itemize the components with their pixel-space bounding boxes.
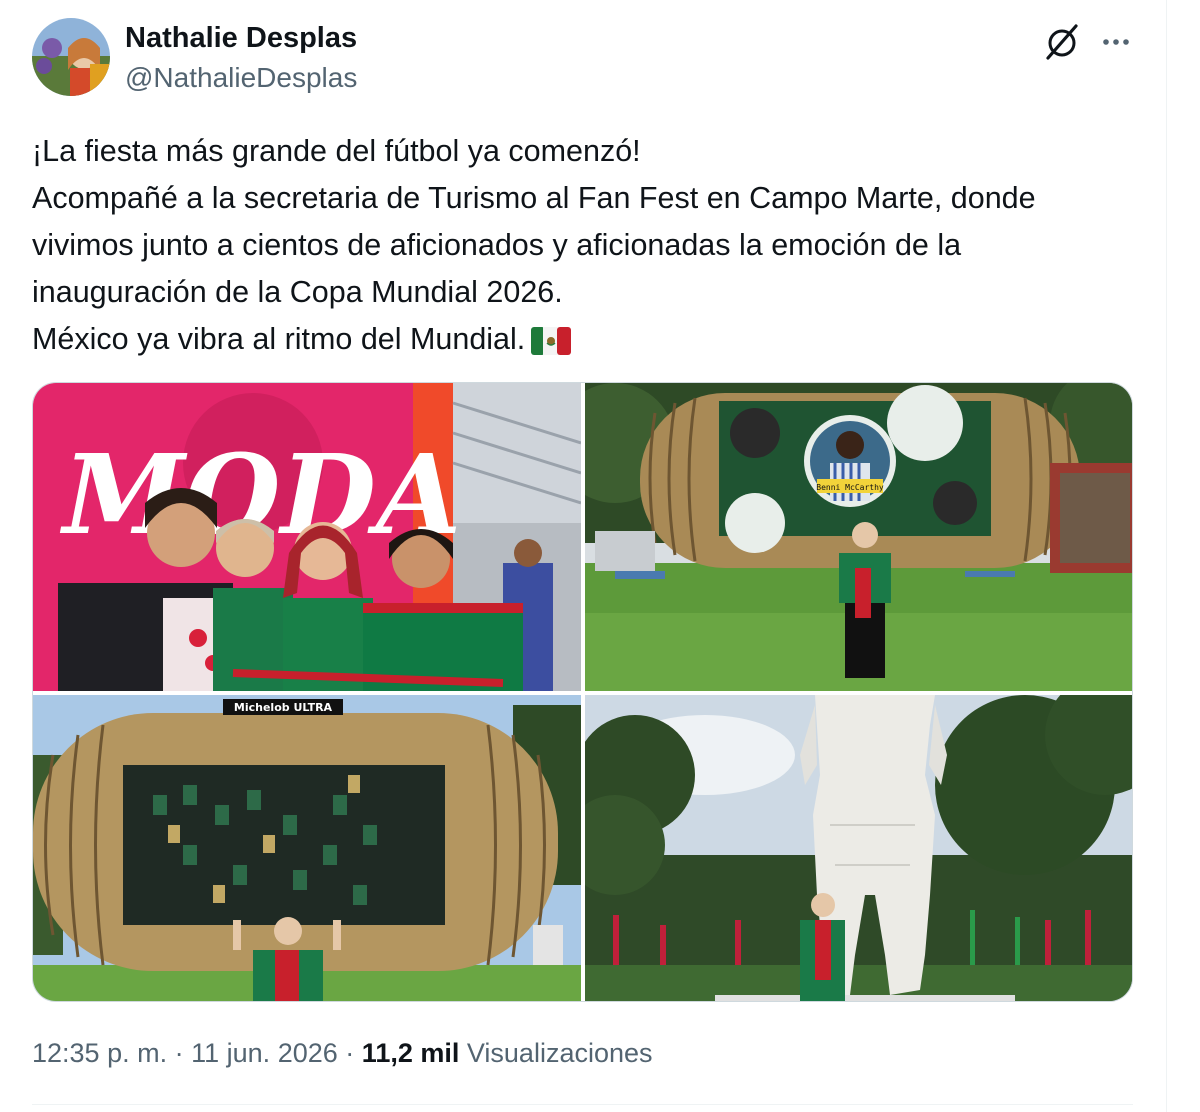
grok-icon[interactable] [1042, 22, 1082, 62]
tweet-line: ¡La fiesta más grande del fútbol ya come… [32, 134, 641, 168]
meta-separator: · [345, 1038, 355, 1068]
tweet-date[interactable]: 11 jun. 2026 [191, 1038, 338, 1068]
photo-1-image: MODA [33, 383, 581, 691]
tweet-line: inauguración de la Copa Mundial 2026. [32, 275, 563, 309]
photo-1[interactable]: MODA [33, 383, 581, 691]
author-name[interactable]: Nathalie Desplas [125, 22, 357, 55]
avatar-image [32, 18, 110, 96]
photo-3[interactable]: Michelob ULTRA [33, 695, 581, 1001]
column-border [1166, 0, 1167, 1112]
photo-4-image [585, 695, 1132, 1001]
photo-2-image: Benni McCarthy [585, 383, 1132, 691]
author-handle[interactable]: @NathalieDesplas [125, 62, 357, 94]
more-icon[interactable] [1098, 24, 1134, 60]
tweet-line: México ya vibra al ritmo del Mundial. [32, 322, 526, 356]
photo-4[interactable] [585, 695, 1132, 1001]
views-count: 11,2 mil [361, 1038, 460, 1068]
media-grid[interactable]: MODA Benni McCarthy Michelob ULTRA [32, 382, 1133, 1002]
mexico-flag-icon [531, 327, 572, 355]
screen-caption: Benni McCarthy [816, 483, 884, 492]
photo-3-image: Michelob ULTRA [33, 695, 581, 1001]
tweet-line: Acompañé a la secretaria de Turismo al F… [32, 181, 1036, 215]
tweet-text: ¡La fiesta más grande del fútbol ya come… [32, 128, 1152, 363]
views-label: Visualizaciones [466, 1038, 653, 1068]
tweet-line-last: México ya vibra al ritmo del Mundial. [32, 316, 1152, 363]
divider [32, 1104, 1133, 1105]
photo-2[interactable]: Benni McCarthy [585, 383, 1132, 691]
meta-separator: · [174, 1038, 184, 1068]
tweet: Nathalie Desplas @NathalieDesplas ¡La fi… [0, 0, 1166, 1112]
tweet-time[interactable]: 12:35 p. m. [32, 1038, 167, 1068]
banner-text: Michelob ULTRA [234, 701, 333, 714]
tweet-line: vivimos junto a cientos de aficionados y… [32, 228, 962, 262]
tweet-meta: 12:35 p. m. · 11 jun. 2026 · 11,2 mil Vi… [32, 1038, 653, 1069]
avatar[interactable] [32, 18, 110, 96]
